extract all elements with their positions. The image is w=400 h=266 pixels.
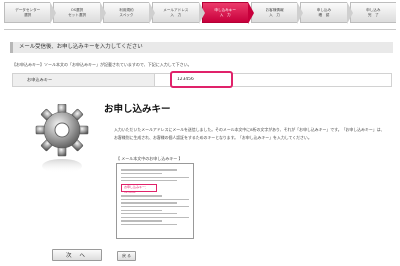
section-title: メール受信後、お申し込みキーを入力してください	[10, 42, 393, 53]
step-application-key: 申し込みキー 入 力	[201, 2, 255, 24]
step-os-select: OS選択 セット選択	[53, 2, 107, 24]
gear-icon	[34, 103, 90, 180]
step-datacenter: データセンター 選択	[4, 2, 57, 24]
step-complete: 申し込み 完 了	[349, 2, 396, 23]
application-key-field-cell	[155, 71, 391, 88]
sample-email-image: お申し込みキー：123456	[116, 163, 194, 239]
step-progress-bar: データセンター 選択 OS選択 セット選択 利用規約 スペック メールアドレス …	[4, 2, 396, 24]
application-key-label: お申込みキー	[13, 74, 155, 86]
divider	[4, 29, 396, 30]
application-key-input[interactable]	[170, 71, 233, 88]
step-email: メールアドレス 入 力	[152, 2, 205, 24]
sample-key-highlight: お申し込みキー：123456	[121, 184, 157, 194]
step-customer-info: お客様情報 入 力	[250, 2, 304, 24]
instruction-note: 【お申込みキー】ソール本文の「お申込みキー」が記載されていますので、下記に入力し…	[12, 62, 192, 67]
back-button[interactable]: 戻 る	[117, 251, 136, 261]
application-key-row: お申込みキー	[12, 71, 392, 88]
application-key-description: 入力いただいたメールアドレスにメールを送信しました。そのメール本文中に8桁の文字…	[114, 127, 385, 140]
step-confirm: 申し込み 確 認	[300, 2, 354, 24]
next-button[interactable]: 次 へ	[52, 249, 102, 261]
application-key-heading: お申し込みキー	[104, 104, 171, 115]
step-terms: 利用規約 スペック	[102, 2, 156, 24]
sample-caption: 【 メール本文中のお申し込みキー 】	[116, 156, 183, 161]
